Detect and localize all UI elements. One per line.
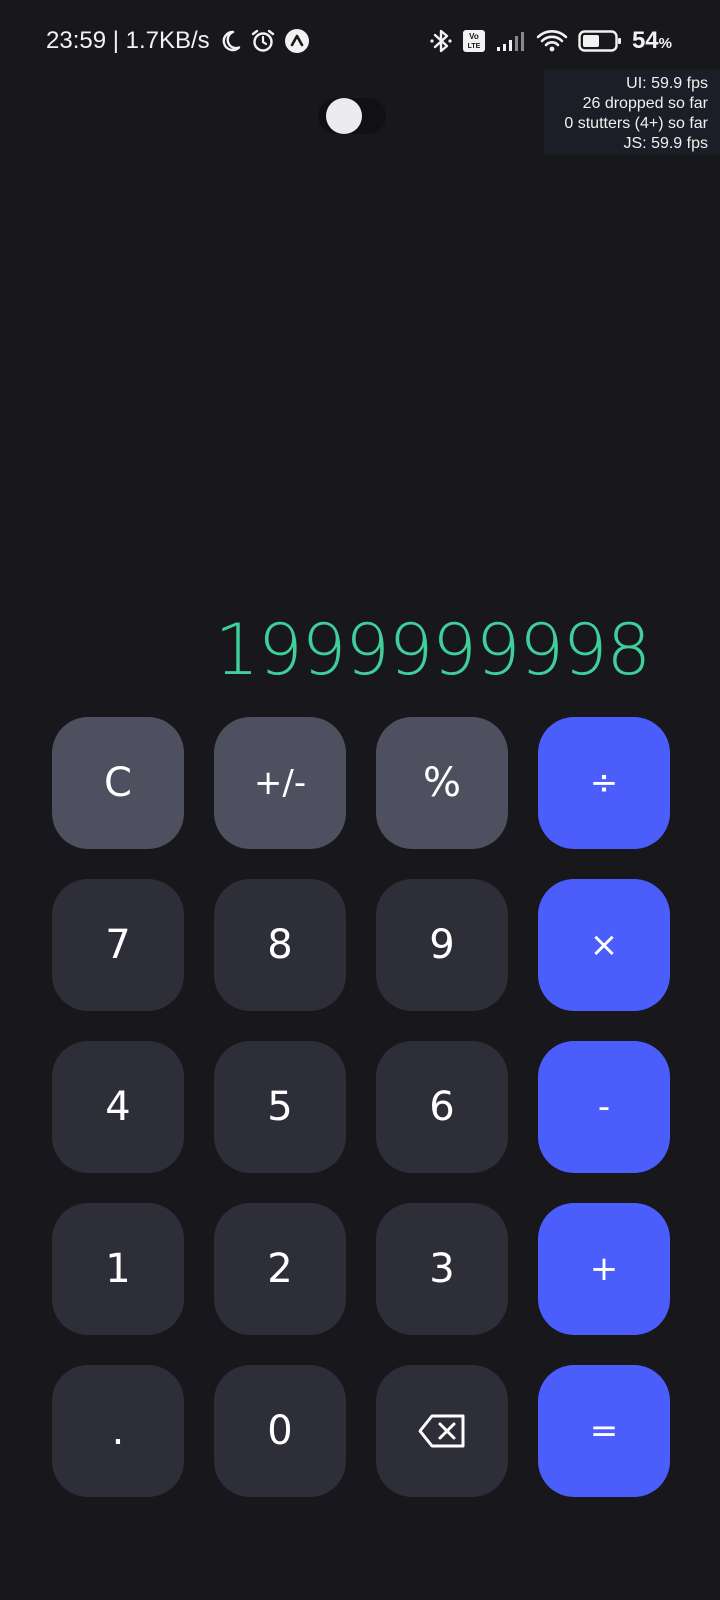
digit-5-button[interactable]: 5 xyxy=(214,1041,346,1173)
toggle-knob xyxy=(326,98,362,134)
svg-text:Vo: Vo xyxy=(469,32,479,41)
status-bar-left: 23:59 | 1.7KB/s xyxy=(46,26,310,56)
theme-toggle[interactable] xyxy=(318,98,386,134)
status-bar: 23:59 | 1.7KB/s Vo LTE 54% xyxy=(0,0,720,80)
digit-1-button[interactable]: 1 xyxy=(52,1203,184,1335)
perf-js-fps: JS: 59.9 fps xyxy=(623,135,709,152)
perf-stutters: 0 stutters (4+) so far xyxy=(564,115,708,132)
backspace-button[interactable] xyxy=(376,1365,508,1497)
digit-2-button[interactable]: 2 xyxy=(214,1203,346,1335)
signal-icon xyxy=(496,30,526,52)
battery-unit: % xyxy=(658,35,672,52)
sign-toggle-button[interactable]: +/- xyxy=(214,717,346,849)
digit-3-button[interactable]: 3 xyxy=(376,1203,508,1335)
battery-number: 54 xyxy=(631,27,659,54)
clear-button[interactable]: C xyxy=(52,717,184,849)
alarm-icon xyxy=(250,28,276,54)
bluetooth-icon xyxy=(430,27,452,55)
digit-4-button[interactable]: 4 xyxy=(52,1041,184,1173)
moon-icon xyxy=(218,29,242,53)
digit-7-button[interactable]: 7 xyxy=(52,879,184,1011)
digit-6-button[interactable]: 6 xyxy=(376,1041,508,1173)
perf-dropped: 26 dropped so far xyxy=(582,95,708,112)
multiply-button[interactable]: × xyxy=(538,879,670,1011)
status-time-speed: 23:59 | 1.7KB/s xyxy=(46,27,210,54)
divide-button[interactable]: ÷ xyxy=(538,717,670,849)
wifi-icon xyxy=(536,28,568,54)
plus-button[interactable]: + xyxy=(538,1203,670,1335)
nav-app-icon xyxy=(284,28,310,54)
status-bar-right: Vo LTE 54% xyxy=(430,26,672,56)
equals-button[interactable]: = xyxy=(538,1365,670,1497)
keypad: C +/- % ÷ 7 8 9 × 4 5 6 - 1 2 3 + . 0 = xyxy=(52,717,670,1497)
decimal-button[interactable]: . xyxy=(52,1365,184,1497)
battery-icon xyxy=(578,29,622,53)
digit-8-button[interactable]: 8 xyxy=(214,879,346,1011)
percent-button[interactable]: % xyxy=(376,717,508,849)
battery-level: 54% xyxy=(632,27,672,55)
calculator-display: 1999999998 xyxy=(214,609,651,691)
perf-overlay: UI: 59.9 fps 26 dropped so far 0 stutter… xyxy=(544,70,720,154)
svg-text:LTE: LTE xyxy=(468,43,481,50)
digit-0-button[interactable]: 0 xyxy=(214,1365,346,1497)
perf-ui-fps: UI: 59.9 fps xyxy=(626,75,708,92)
volte-icon: Vo LTE xyxy=(462,29,486,53)
minus-button[interactable]: - xyxy=(538,1041,670,1173)
backspace-icon xyxy=(418,1414,466,1448)
digit-9-button[interactable]: 9 xyxy=(376,879,508,1011)
calculator-screen: 23:59 | 1.7KB/s Vo LTE 54% UI: 59.9 fps … xyxy=(0,0,720,1600)
